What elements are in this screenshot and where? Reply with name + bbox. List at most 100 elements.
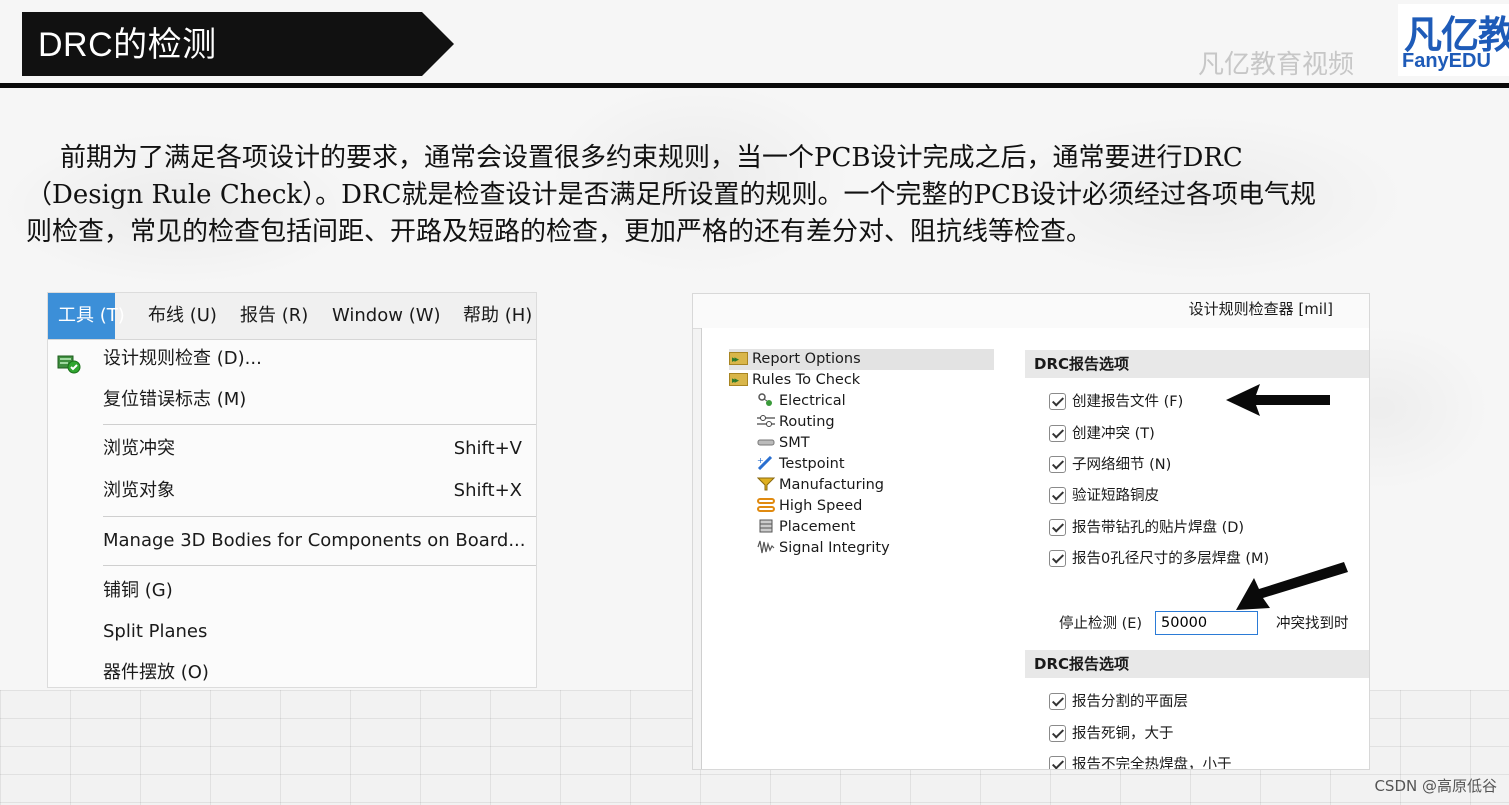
menu-item-split-planes[interactable]: Split Planes [48,612,536,652]
tree-item-electrical[interactable]: Electrical [757,391,846,412]
tree-item-label: Routing [779,414,835,430]
video-watermark: 凡亿教育视频 [1198,50,1355,80]
page-title: DRC的检测 [38,26,217,64]
tree-item-label: High Speed [779,498,863,514]
menu-tools[interactable]: 工具 (T) [48,293,125,339]
tree-item-smt[interactable]: SMT [757,433,810,454]
menu-bar: 工具 (T) 布线 (U) 报告 (R) Window (W) 帮助 (H) [48,293,536,340]
tree-item-label: Manufacturing [779,477,884,493]
intro-line-3: 则检查，常见的检查包括间距、开路及短路的检查，更加严格的还有差分对、阻抗线等检查… [26,217,1093,247]
dialog-title: 设计规则检查器 [mil] [1188,300,1333,318]
menu-item-shortcut: Shift+V [453,438,522,459]
checkbox-report-dead-copper[interactable]: 报告死铜，大于 [1049,722,1174,746]
brand-logo: 凡亿教 FanyEDU [1398,4,1509,76]
tree-item-report-options[interactable]: Report Options [729,349,994,371]
checkbox-label: 报告带钻孔的贴片焊盘 (D) [1072,520,1245,536]
tree-item-placement[interactable]: Placement [757,517,855,538]
signal-integrity-icon [757,540,775,554]
menu-item-label: Split Planes [103,621,208,642]
manufacturing-icon [756,477,776,491]
drc-check-icon [57,349,81,374]
tree-item-testpoint[interactable]: + Testpoint [757,454,845,475]
menu-item-label: 浏览冲突 [103,438,175,459]
checkbox-label: 创建报告文件 (F) [1072,394,1184,410]
tree-item-label: Report Options [752,351,861,367]
csdn-credit: CSDN @高原低谷 [1374,777,1497,795]
annotation-arrow-icon [1226,384,1330,416]
dialog-titlebar: 设计规则检查器 [mil] [693,294,1369,329]
checkbox-checked[interactable] [1049,487,1066,504]
routing-icon [757,414,775,427]
stop-when-label: 停止检测 (E) [1059,616,1143,632]
checkbox-label: 报告分割的平面层 [1072,694,1188,710]
checkbox-checked[interactable] [1049,550,1066,567]
tree-item-label: SMT [779,435,810,451]
menu-separator [103,424,536,425]
logo-english-text: FanyEDU [1402,50,1491,72]
menu-reports[interactable]: 报告 (R) [240,293,308,339]
menu-item-label: 器件摆放 (O) [103,662,209,683]
checkbox-checked[interactable] [1049,519,1066,536]
checkbox-label: 创建冲突 (T) [1072,426,1155,442]
tree-item-label: Signal Integrity [779,540,890,556]
high-speed-icon [757,498,775,512]
section-header-report-options: DRC报告选项 [1025,350,1369,378]
menu-item-component-placement[interactable]: 器件摆放 (O) [48,653,536,687]
menu-help[interactable]: 帮助 (H) [463,293,532,339]
menu-separator [103,516,536,517]
tree-item-label: Electrical [779,393,846,409]
checkbox-label: 子网络细节 (N) [1072,457,1172,473]
checkbox-label: 报告死铜，大于 [1072,726,1174,742]
tree-item-high-speed[interactable]: High Speed [757,496,862,517]
checkbox-report-split-planes[interactable]: 报告分割的平面层 [1049,690,1188,714]
tree-item-manufacturing[interactable]: Manufacturing [756,475,884,496]
dialog-client-area: Report Options Rules To Check Electrical… [701,328,1369,770]
menu-item-manage-3d-bodies[interactable]: Manage 3D Bodies for Components on Board… [48,521,536,561]
menu-item-browse-violations[interactable]: 浏览冲突 Shift+V [48,429,536,469]
menu-window[interactable]: Window (W) [332,293,441,339]
checkbox-checked[interactable] [1049,693,1066,710]
checkbox-checked[interactable] [1049,393,1066,410]
checkbox-create-violations[interactable]: 创建冲突 (T) [1049,422,1155,446]
tools-menu-screenshot: 工具 (T) 布线 (U) 报告 (R) Window (W) 帮助 (H) 设… [47,292,537,688]
section-header-report-options-2: DRC报告选项 [1025,650,1369,678]
checkbox-label: 验证短路铜皮 [1072,488,1159,504]
checkbox-label: 报告不完全热焊盘，小于 [1072,757,1232,770]
placement-icon [757,519,775,533]
menu-item-label: Manage 3D Bodies for Components on Board… [103,530,526,551]
checkbox-verify-shorting-copper[interactable]: 验证短路铜皮 [1049,484,1159,508]
menu-item-label: 铺铜 (G) [103,580,173,601]
checkbox-checked[interactable] [1049,756,1066,769]
drc-dialog-screenshot: 设计规则检查器 [mil] Report Options Rules To Ch… [692,293,1370,770]
menu-item-label: 浏览对象 [103,480,175,501]
tree-item-rules-to-check[interactable]: Rules To Check [729,370,861,392]
checkbox-sub-net-details[interactable]: 子网络细节 (N) [1049,453,1171,477]
menu-item-reset-error-markers[interactable]: 复位错误标志 (M) [48,380,536,420]
annotation-arrow-icon [1236,562,1348,610]
testpoint-icon: + [757,455,775,471]
intro-line-2: （Design Rule Check）。DRC就是检查设计是否满足所设置的规则。… [26,180,1316,210]
tree-item-label: Rules To Check [752,372,861,388]
checkbox-checked[interactable] [1049,425,1066,442]
electrical-icon [757,393,775,406]
menu-item-browse-objects[interactable]: 浏览对象 Shift+X [48,471,536,511]
checkbox-report-drilled-smt-pads[interactable]: 报告带钻孔的贴片焊盘 (D) [1049,516,1244,540]
folder-icon [729,371,748,392]
svg-text:+: + [757,456,764,465]
checkbox-checked[interactable] [1049,725,1066,742]
menu-routing[interactable]: 布线 (U) [148,293,217,339]
folder-icon [729,350,748,371]
smt-icon [757,435,775,448]
checkbox-create-report-file[interactable]: 创建报告文件 (F) [1049,390,1183,414]
checkbox-checked[interactable] [1049,456,1066,473]
menu-item-label: 设计规则检查 (D)... [103,348,262,369]
header-divider [0,83,1509,88]
menu-item-label: 复位错误标志 (M) [103,389,247,410]
menu-item-design-rule-check[interactable]: 设计规则检查 (D)... [48,339,536,379]
tree-item-signal-integrity[interactable]: Signal Integrity [757,538,890,559]
menu-item-polygon-pour[interactable]: 铺铜 (G) [48,571,536,611]
menu-item-shortcut: Shift+X [453,480,522,501]
intro-line-1: 前期为了满足各项设计的要求，通常会设置很多约束规则，当一个PCB设计完成之后，通… [60,143,1243,173]
checkbox-report-starved-thermals[interactable]: 报告不完全热焊盘，小于 [1049,753,1232,770]
tree-item-routing[interactable]: Routing [757,412,835,433]
